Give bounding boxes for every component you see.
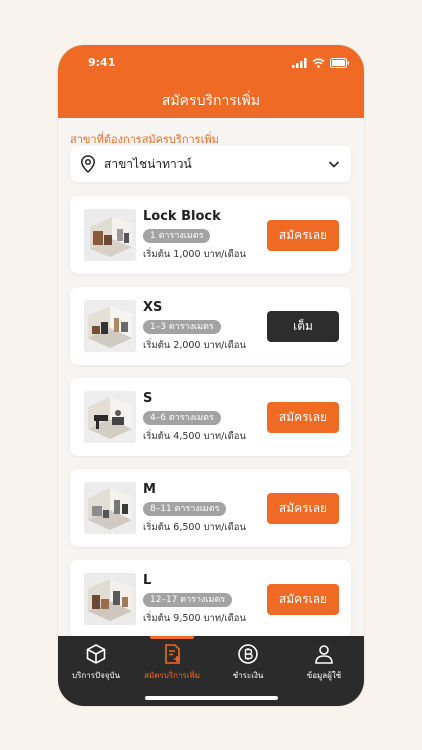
unit-price: เริ่มต้น 4,500 บาท/เดือน (143, 431, 246, 442)
tab-label: สมัครบริการเพิ่ม (143, 671, 201, 680)
unit-name: S (143, 391, 153, 406)
tab-add-service[interactable]: สมัครบริการเพิ่ม (134, 636, 210, 692)
size-badge: 1–3 ตารางเมตร (143, 320, 221, 334)
subscribe-button[interactable]: สมัครเลย (267, 493, 339, 524)
unit-image (84, 209, 136, 261)
unit-card-s: S 4–6 ตารางเมตร เริ่มต้น 4,500 บาท/เดือน… (70, 378, 351, 456)
tab-label: ชำระเงิน (232, 671, 264, 680)
size-badge: 8–11 ตารางเมตร (143, 502, 227, 516)
tab-label: บริการปัจจุบัน (71, 671, 120, 680)
phone-screen: 9:41 สมัครบริการเพิ่ม สาขาที่ต้องการสมัค… (58, 45, 364, 706)
location-pin-icon (81, 155, 95, 173)
signal-icon (292, 58, 307, 68)
unit-image (84, 391, 136, 443)
user-icon (315, 645, 333, 664)
battery-icon (330, 58, 349, 68)
page-title: สมัครบริการเพิ่ม (161, 93, 261, 109)
unit-name: M (143, 482, 156, 497)
unit-price: เริ่มต้น 2,000 บาท/เดือน (143, 340, 246, 351)
baht-coin-icon (238, 644, 258, 664)
tab-user-info[interactable]: ข้อมูลผู้ใช้ (286, 636, 362, 692)
status-icons (292, 57, 350, 69)
tab-payment[interactable]: ชำระเงิน (210, 636, 286, 692)
unit-name: Lock Block (143, 209, 221, 224)
wifi-icon (312, 58, 325, 68)
subscribe-button[interactable]: สมัครเลย (267, 402, 339, 433)
unit-image (84, 300, 136, 352)
full-button[interactable]: เต็ม (267, 311, 339, 342)
unit-image (84, 573, 136, 625)
subscribe-button[interactable]: สมัครเลย (267, 584, 339, 615)
unit-card-xs: XS 1–3 ตารางเมตร เริ่มต้น 2,000 บาท/เดือ… (70, 287, 351, 365)
subscribe-button[interactable]: สมัครเลย (267, 220, 339, 251)
unit-name: L (143, 573, 152, 588)
unit-card-l: L 12–17 ตารางเมตร เริ่มต้น 9,500 บาท/เดื… (70, 560, 351, 636)
home-indicator[interactable] (145, 696, 278, 700)
box-icon (86, 644, 106, 664)
size-badge: 12–17 ตารางเมตร (143, 593, 233, 607)
chevron-down-icon (328, 161, 340, 168)
app-header: 9:41 สมัครบริการเพิ่ม (58, 45, 364, 118)
add-document-icon (165, 644, 180, 664)
unit-price: เริ่มต้น 9,500 บาท/เดือน (143, 613, 246, 624)
unit-card-lock-block: Lock Block 1 ตารางเมตร เริ่มต้น 1,000 บา… (70, 196, 351, 274)
unit-price: เริ่มต้น 1,000 บาท/เดือน (143, 249, 246, 260)
main-content: สาขาที่ต้องการสมัครบริการเพิ่ม สาขาไชน่า… (58, 118, 364, 636)
branch-value: สาขาไชน่าทาวน์ (104, 156, 192, 171)
unit-name: XS (143, 300, 163, 315)
status-time: 9:41 (88, 56, 116, 69)
unit-price: เริ่มต้น 6,500 บาท/เดือน (143, 522, 246, 533)
size-badge: 1 ตารางเมตร (143, 229, 211, 243)
branch-dropdown[interactable]: สาขาไชน่าทาวน์ (70, 146, 351, 182)
tab-label: ข้อมูลผู้ใช้ (306, 671, 342, 680)
size-badge: 4–6 ตารางเมตร (143, 411, 221, 425)
unit-card-m: M 8–11 ตารางเมตร เริ่มต้น 6,500 บาท/เดือ… (70, 469, 351, 547)
unit-image (84, 482, 136, 534)
tab-current-services[interactable]: บริการปัจจุบัน (58, 636, 134, 692)
